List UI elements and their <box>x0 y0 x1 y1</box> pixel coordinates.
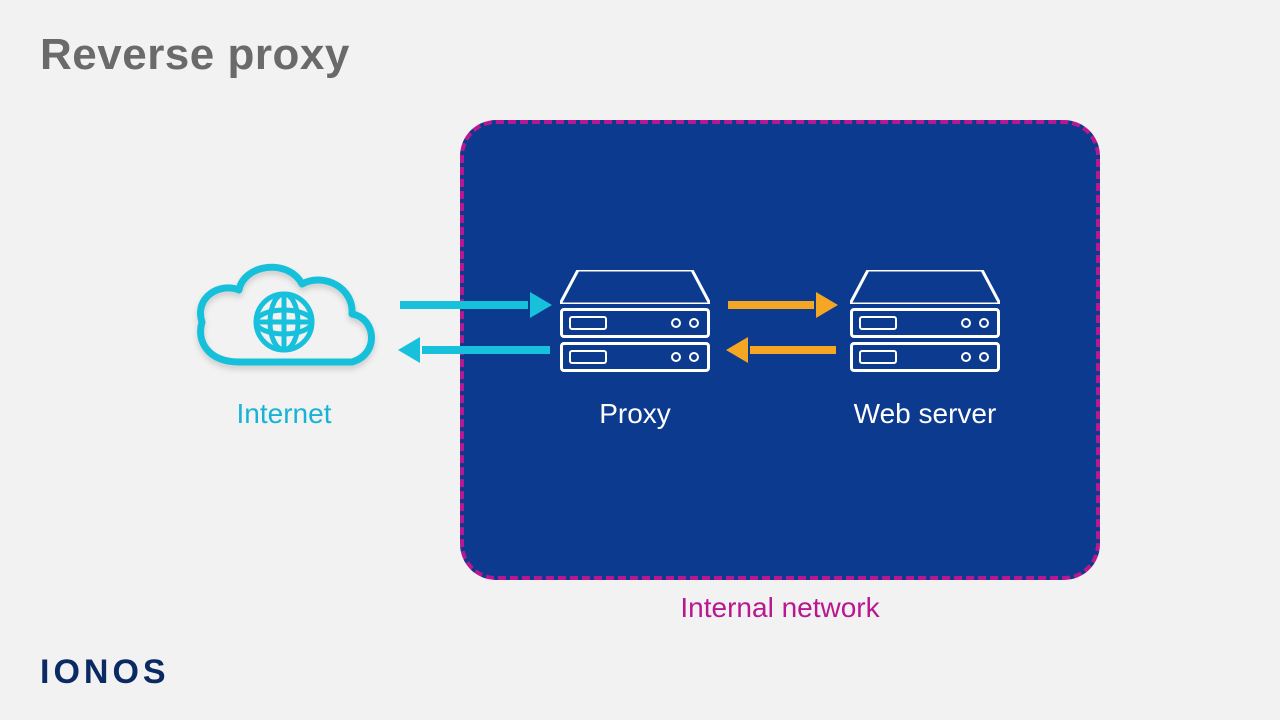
web-server-label: Web server <box>820 398 1030 430</box>
internet-cloud-icon <box>184 250 384 390</box>
proxy-server-icon <box>560 270 710 370</box>
internal-network-label: Internal network <box>460 592 1100 624</box>
page-title: Reverse proxy <box>40 30 350 80</box>
proxy-label: Proxy <box>540 398 730 430</box>
brand-logo: IONOS <box>40 653 170 692</box>
web-server-icon <box>850 270 1000 370</box>
internet-label: Internet <box>184 398 384 430</box>
